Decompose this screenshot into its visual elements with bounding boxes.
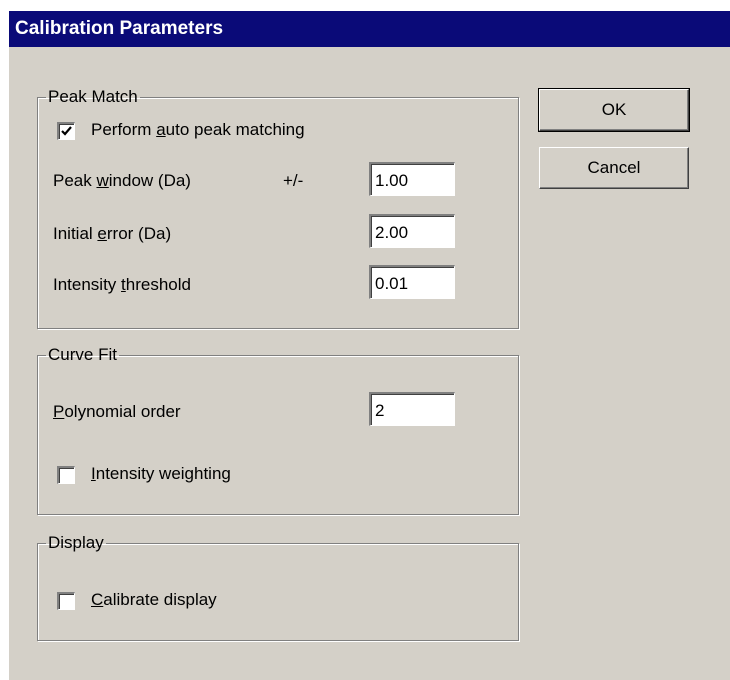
intensity-threshold-label: Intensity threshold — [53, 275, 191, 294]
calibrate-display-checkbox[interactable] — [57, 592, 75, 610]
calibrate-display-label[interactable]: Calibrate display — [91, 590, 217, 610]
initial-error-input[interactable] — [369, 214, 455, 248]
curve-fit-group: Curve Fit — [37, 345, 519, 515]
peak-window-label: Peak window (Da) — [53, 171, 191, 190]
ok-button[interactable]: OK — [538, 88, 690, 132]
polynomial-order-input[interactable] — [369, 392, 455, 426]
auto-peak-checkbox[interactable] — [57, 122, 75, 140]
calibration-dialog: Calibration Parameters Peak Match Perfor… — [8, 10, 730, 680]
curve-fit-legend: Curve Fit — [48, 345, 117, 364]
window-title: Calibration Parameters — [15, 18, 224, 39]
intensity-threshold-input[interactable] — [369, 265, 455, 299]
checkmark-icon — [61, 126, 72, 136]
intensity-weighting-label[interactable]: Intensity weighting — [91, 464, 231, 484]
peak-window-input[interactable] — [369, 162, 455, 196]
display-group: Display — [37, 533, 519, 641]
initial-error-label: Initial error (Da) — [53, 224, 172, 243]
cancel-button[interactable]: Cancel — [539, 147, 689, 189]
title-bar: Calibration Parameters — [9, 11, 730, 47]
intensity-weighting-checkbox[interactable] — [57, 466, 75, 484]
auto-peak-label[interactable]: Perform auto peak matching — [91, 120, 305, 140]
peak-match-legend: Peak Match — [48, 87, 138, 106]
peak-window-unit: +/- — [283, 171, 304, 190]
polynomial-order-label: Polynomial order — [53, 402, 181, 421]
display-legend: Display — [48, 533, 104, 552]
